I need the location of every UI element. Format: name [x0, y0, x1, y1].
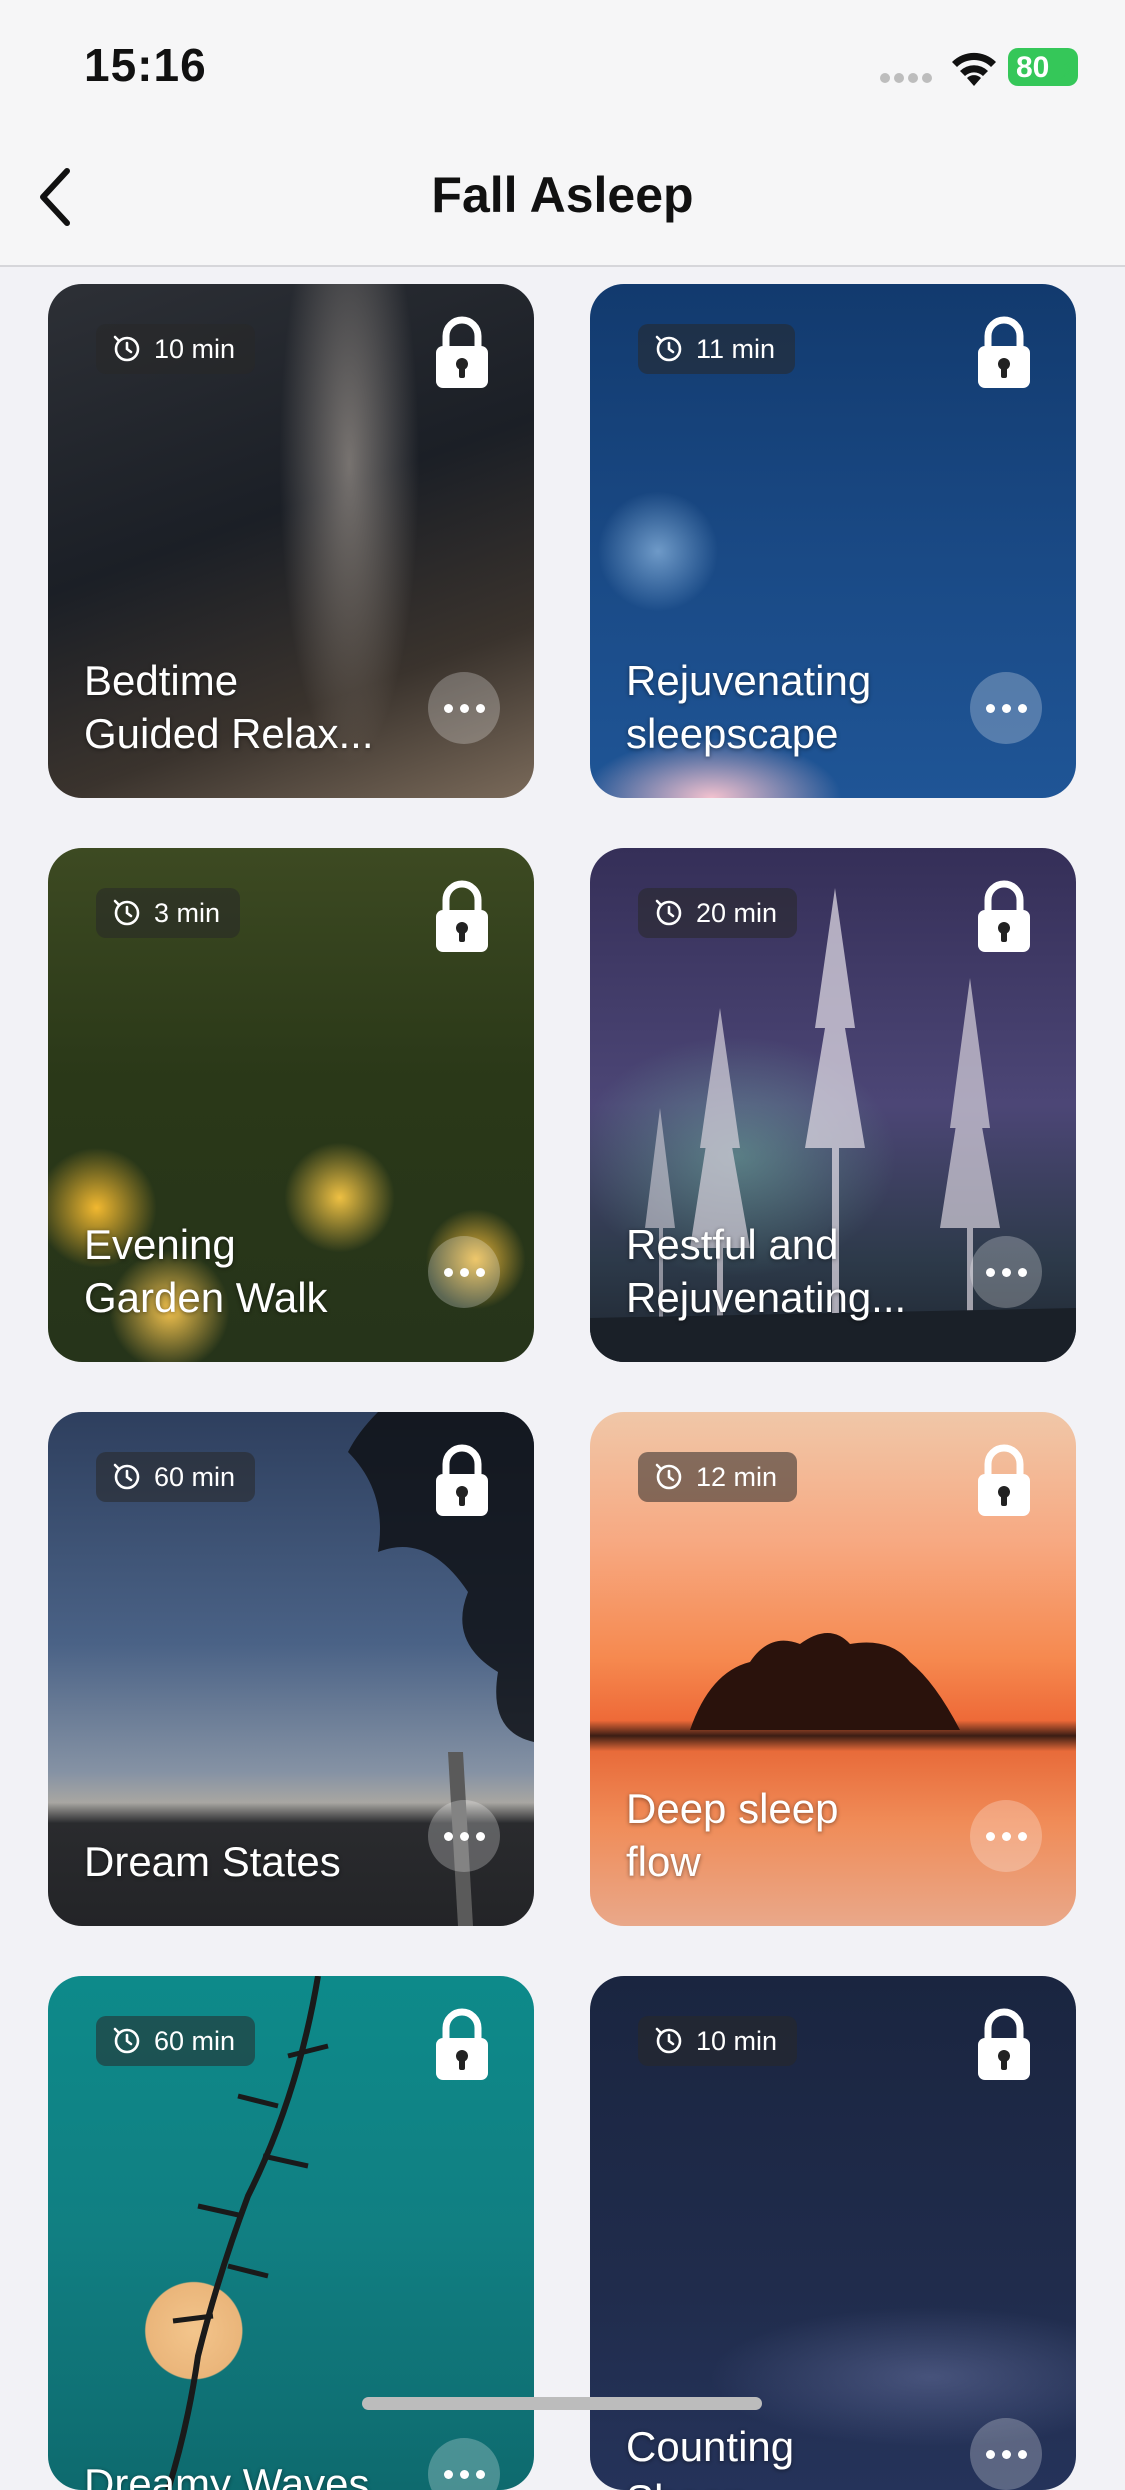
session-card[interactable]: 12 min Deep sleep flow [590, 1412, 1076, 1926]
lock-icon [432, 1442, 492, 1518]
timer-icon [112, 1462, 142, 1492]
status-bar: 15:16 80 ⚡ [0, 0, 1125, 140]
session-card[interactable]: 10 min Bedtime Guided Relax... [48, 284, 534, 798]
more-options-button[interactable] [970, 1236, 1042, 1308]
lock-icon [432, 2006, 492, 2082]
duration-label: 10 min [696, 2025, 778, 2056]
session-card[interactable]: 3 min Evening Garden Walk [48, 848, 534, 1362]
session-card[interactable]: 20 min Restful and Rejuvenating... [590, 848, 1076, 1362]
session-card[interactable]: 60 min Dream States [48, 1412, 534, 1926]
more-options-button[interactable] [428, 1236, 500, 1308]
status-time: 15:16 [84, 39, 207, 91]
duration-label: 10 min [154, 333, 236, 364]
duration-badge: 10 min [638, 2016, 798, 2066]
card-title: Dream States [84, 1838, 341, 1885]
card-title: Evening Garden Walk [84, 1221, 328, 1321]
duration-badge: 60 min [96, 2016, 256, 2066]
more-options-button[interactable] [970, 672, 1042, 744]
duration-label: 60 min [154, 2025, 236, 2056]
card-title: Deep sleep flow [626, 1785, 839, 1885]
cellular-signal-icon [880, 73, 934, 83]
lock-icon [974, 1442, 1034, 1518]
more-options-button[interactable] [428, 672, 500, 744]
lock-icon [432, 878, 492, 954]
duration-badge: 3 min [96, 888, 241, 938]
more-options-button[interactable] [970, 2418, 1042, 2490]
more-options-button[interactable] [970, 1800, 1042, 1872]
duration-label: 60 min [154, 1461, 236, 1492]
duration-badge: 60 min [96, 1452, 256, 1502]
lock-icon [974, 314, 1034, 390]
timer-icon [112, 898, 142, 928]
more-options-button[interactable] [428, 1800, 500, 1872]
card-title: Bedtime Guided Relax... [84, 657, 374, 757]
session-card[interactable]: 60 min Dreamy Waves [48, 1976, 534, 2490]
timer-icon [654, 2026, 684, 2056]
lock-icon [974, 878, 1034, 954]
session-card[interactable]: 11 min Rejuvenating sleepscape [590, 284, 1076, 798]
card-title: Restful and Rejuvenating... [626, 1221, 907, 1321]
duration-label: 11 min [696, 333, 776, 364]
card-title: Rejuvenating sleepscape [626, 657, 872, 757]
timer-icon [112, 334, 142, 364]
duration-label: 3 min [154, 897, 221, 928]
home-indicator[interactable] [362, 2397, 762, 2410]
wifi-icon [952, 52, 996, 86]
duration-label: 20 min [696, 897, 778, 928]
session-card[interactable]: 10 min Counting Sheep [590, 1976, 1076, 2490]
page-title: Fall Asleep [431, 167, 694, 223]
card-title: Dreamy Waves [84, 2460, 370, 2490]
battery-level: 80 [1016, 51, 1050, 84]
duration-badge: 20 min [638, 888, 798, 938]
lock-icon [974, 2006, 1034, 2082]
timer-icon [654, 898, 684, 928]
duration-badge: 10 min [96, 324, 256, 374]
timer-icon [112, 2026, 142, 2056]
timer-icon [654, 334, 684, 364]
timer-icon [654, 1462, 684, 1492]
duration-badge: 11 min [638, 324, 796, 374]
card-title: Counting Sheep [626, 2423, 795, 2490]
lock-icon [432, 314, 492, 390]
duration-badge: 12 min [638, 1452, 798, 1502]
duration-label: 12 min [696, 1461, 778, 1492]
charging-icon: ⚡ [1058, 53, 1080, 86]
